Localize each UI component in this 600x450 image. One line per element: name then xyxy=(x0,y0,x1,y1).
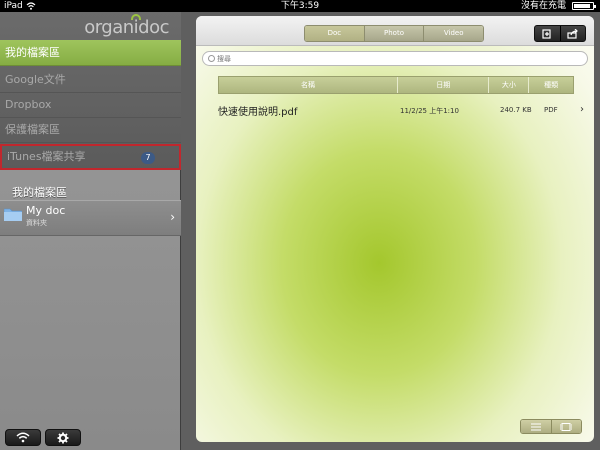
list-view-icon xyxy=(530,423,541,431)
status-time: 下午3:59 xyxy=(280,1,320,11)
share-export-button[interactable] xyxy=(561,26,586,41)
filmstrip-view-button[interactable] xyxy=(551,420,581,433)
sidebar: organidoc 我的檔案區 Google文件 Dropbox 保護檔案區 i… xyxy=(0,12,181,450)
nav-item-itunes-sharing[interactable]: iTunes檔案共享 7 xyxy=(0,144,181,170)
wifi-sharing-button[interactable] xyxy=(5,429,41,446)
wifi-icon xyxy=(16,432,30,443)
search-input[interactable] xyxy=(217,52,577,65)
toolbar-action-group xyxy=(534,25,586,42)
column-header-date[interactable]: 日期 xyxy=(398,77,490,93)
nav-item-label: Google文件 xyxy=(5,73,66,86)
segment-video[interactable]: Video xyxy=(424,26,483,41)
section-title: 我的檔案區 xyxy=(12,186,67,199)
share-export-icon xyxy=(567,28,579,39)
table-header: 名稱 日期 大小 種類 xyxy=(218,76,574,94)
filmstrip-view-icon xyxy=(559,423,573,431)
file-size: 240.7 KB xyxy=(500,106,532,114)
segment-doc[interactable]: Doc xyxy=(305,26,365,41)
battery-icon xyxy=(572,2,596,10)
nav-item-label: iTunes檔案共享 xyxy=(7,150,86,163)
gear-icon xyxy=(57,432,69,444)
file-name: 快速使用說明.pdf xyxy=(218,107,298,118)
folder-subtitle: 資料夾 xyxy=(26,219,47,227)
battery-status-text: 沒有在充電 xyxy=(520,1,566,11)
nav-item-my-files[interactable]: 我的檔案區 xyxy=(0,40,181,66)
nav-item-protected-files[interactable]: 保護檔案區 xyxy=(0,117,181,143)
nav-item-label: 保護檔案區 xyxy=(5,123,60,136)
file-browser-panel: Doc Photo Video 名稱 日期 大小 xyxy=(196,16,594,442)
media-type-segmented-control: Doc Photo Video xyxy=(304,25,484,42)
nav-item-dropbox[interactable]: Dropbox xyxy=(0,92,181,118)
status-bar: iPad 下午3:59 沒有在充電 xyxy=(0,0,600,12)
table-row[interactable]: 快速使用說明.pdf 11/2/25 上午1:10 240.7 KB PDF › xyxy=(218,100,588,120)
count-badge: 7 xyxy=(141,152,155,164)
chevron-right-icon: › xyxy=(170,210,175,224)
folder-icon xyxy=(4,208,22,221)
settings-button[interactable] xyxy=(45,429,81,446)
folder-row-my-doc[interactable]: My doc 資料夾 › xyxy=(0,200,181,236)
toolbar: Doc Photo Video xyxy=(196,16,594,46)
nav-item-google-docs[interactable]: Google文件 xyxy=(0,67,181,93)
app-logo: organidoc xyxy=(84,17,169,38)
column-header-type[interactable]: 種類 xyxy=(529,77,573,93)
column-header-name[interactable]: 名稱 xyxy=(219,77,398,93)
file-type: PDF xyxy=(544,106,558,114)
chevron-right-icon: › xyxy=(580,104,584,115)
folder-name: My doc xyxy=(26,204,66,217)
view-mode-toggle xyxy=(520,419,582,434)
import-file-icon xyxy=(542,29,551,39)
list-view-button[interactable] xyxy=(521,420,552,433)
nav-item-label: 我的檔案區 xyxy=(5,46,60,59)
source-nav-panel: organidoc 我的檔案區 Google文件 Dropbox 保護檔案區 i… xyxy=(0,12,181,170)
search-bar xyxy=(202,51,588,66)
file-date: 11/2/25 上午1:10 xyxy=(400,107,459,115)
nav-item-label: Dropbox xyxy=(5,98,52,111)
search-icon xyxy=(208,55,215,62)
column-header-size[interactable]: 大小 xyxy=(489,77,530,93)
segment-photo[interactable]: Photo xyxy=(364,26,425,41)
import-file-button[interactable] xyxy=(535,26,561,41)
